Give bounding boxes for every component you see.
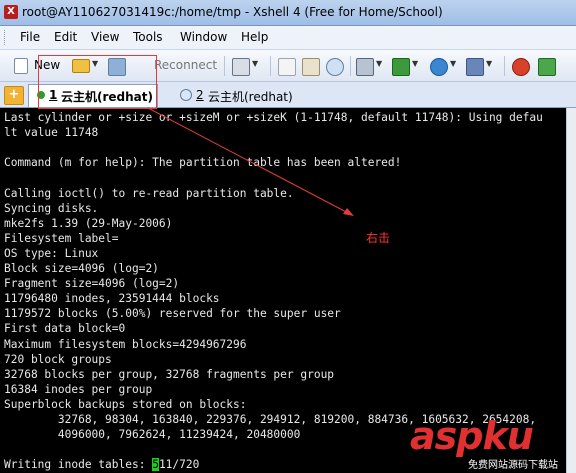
chevron-down-icon: ▼	[252, 59, 259, 68]
chevron-down-icon: ▼	[376, 59, 383, 68]
menu-bar: File Edit View Tools Window Help	[0, 26, 576, 50]
terminal-line: 4096000, 7962624, 11239424, 20480000	[4, 428, 301, 442]
terminal-line: OS type: Linux	[4, 246, 99, 260]
terminal-line: Calling ioctl() to re-read partition tab…	[4, 186, 294, 200]
window-title: root@AY110627031419c:/home/tmp - Xshell …	[22, 5, 443, 19]
tab-index: 2	[196, 88, 204, 102]
terminal-line: lt value 11748	[4, 126, 99, 140]
terminal-line: Block size=4096 (log=2)	[4, 262, 159, 275]
find-icon	[326, 58, 344, 76]
font-icon	[466, 58, 484, 76]
terminal-line: Last cylinder or +size or +sizeM or +siz…	[4, 111, 543, 124]
menu-grip-icon	[4, 30, 8, 45]
toolbar-separator	[270, 56, 271, 76]
reconnect-icon	[108, 58, 126, 76]
chevron-down-icon: ▼	[486, 59, 493, 68]
new-session-button[interactable]: New	[14, 56, 66, 76]
annotation-label: 右击	[366, 231, 391, 245]
terminal-line: 1179572 blocks (5.00%) reserved for the …	[4, 307, 341, 321]
globe-icon	[430, 58, 448, 76]
terminal-progress-prefix: Writing inode tables:	[4, 458, 153, 472]
globe-button[interactable]: ▼	[430, 56, 460, 76]
transfer-button[interactable]: ▼	[392, 56, 422, 76]
paste-icon	[302, 58, 320, 76]
new-document-icon	[14, 58, 28, 74]
terminal-line: 32768 blocks per group, 32768 fragments …	[4, 367, 335, 381]
reconnect-button[interactable]: Reconnect	[108, 56, 218, 76]
toolbar: New ▼ Reconnect ▼ ▼ ▼ ▼ ▼	[0, 50, 576, 82]
properties-icon	[232, 58, 250, 76]
chevron-down-icon: ▼	[92, 59, 99, 68]
terminal-line: Command (m for help): The partition tabl…	[4, 156, 402, 170]
paste-button[interactable]	[302, 56, 320, 76]
xshell-app-icon[interactable]: X	[4, 5, 18, 19]
terminal-line: 720 block groups	[4, 352, 112, 366]
open-folder-button[interactable]: ▼	[72, 56, 100, 76]
folder-icon	[72, 59, 90, 73]
menu-edit[interactable]: Edit	[54, 30, 77, 44]
connected-status-icon	[37, 91, 45, 99]
terminal-line: 16384 inodes per group	[4, 382, 153, 396]
watermark-subtitle: 免费网站源码下载站	[468, 460, 558, 471]
font-button[interactable]: ▼	[466, 56, 496, 76]
terminal-line: 11796480 inodes, 23591444 blocks	[4, 292, 220, 306]
xftp-icon	[512, 58, 530, 76]
menu-window[interactable]: Window	[180, 30, 227, 44]
printer-icon	[356, 58, 374, 76]
tab-index: 1	[49, 88, 58, 102]
menu-view[interactable]: View	[91, 30, 119, 44]
terminal-line: Syncing disks.	[4, 201, 99, 215]
terminal-line: Filesystem label=	[4, 231, 119, 245]
print-button[interactable]: ▼	[356, 56, 386, 76]
toolbar-separator	[504, 56, 505, 76]
tab-label: 云主机(redhat)	[208, 90, 293, 104]
copy-icon	[278, 58, 296, 76]
terminal-prompt-line: Writing inode tables: 511/720	[4, 458, 200, 472]
terminal-line: Fragment size=4096 (log=2)	[4, 277, 180, 291]
tab-label: 云主机(redhat)	[61, 90, 153, 104]
tab-session-1[interactable]: 1 云主机(redhat)	[28, 84, 158, 107]
terminal-cursor: 5	[152, 458, 159, 472]
reconnect-button-label: Reconnect	[154, 58, 218, 72]
terminal-line: First data block=0	[4, 322, 126, 336]
find-button[interactable]	[326, 56, 344, 76]
toolbar-separator	[224, 56, 225, 76]
menu-tools[interactable]: Tools	[133, 30, 163, 44]
shield-icon	[538, 58, 556, 76]
menu-help[interactable]: Help	[241, 30, 268, 44]
watermark-logo: aspku 免费网站源码下载站	[410, 414, 576, 473]
terminal-line: mke2fs 1.39 (29-May-2006)	[4, 216, 173, 230]
terminal-line: Superblock backups stored on blocks:	[4, 397, 247, 411]
terminal-progress-suffix: 11/720	[158, 458, 200, 472]
menu-file[interactable]: File	[20, 30, 40, 44]
session-icon	[180, 89, 192, 101]
xftp-button[interactable]	[512, 56, 530, 76]
copy-button[interactable]	[278, 56, 296, 76]
toolbar-separator	[350, 56, 351, 76]
transfer-icon	[392, 58, 410, 76]
title-bar: X root@AY110627031419c:/home/tmp - Xshel…	[0, 0, 576, 26]
new-button-label: New	[34, 58, 61, 72]
properties-button[interactable]: ▼	[232, 56, 262, 76]
chevron-down-icon: ▼	[412, 59, 419, 68]
chevron-down-icon: ▼	[450, 59, 457, 68]
shield-button[interactable]	[538, 56, 556, 76]
terminal-line: Maximum filesystem blocks=4294967296	[4, 337, 247, 351]
add-tab-icon[interactable]: +	[4, 86, 24, 105]
session-tab-bar: + 1 云主机(redhat) 2 云主机(redhat)	[0, 82, 576, 108]
watermark-logo-text: aspku	[410, 414, 534, 458]
tab-session-2[interactable]: 2 云主机(redhat)	[176, 84, 326, 106]
